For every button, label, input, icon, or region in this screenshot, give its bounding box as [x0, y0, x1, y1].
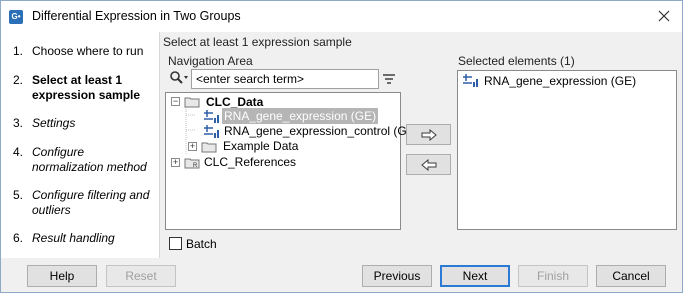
- step-number: 1.: [13, 44, 24, 58]
- step-number: 6.: [13, 231, 24, 245]
- expand-icon[interactable]: +: [171, 158, 180, 167]
- step-content: Select at least 1 expression sample Navi…: [159, 32, 682, 258]
- gene-expression-icon: [204, 125, 219, 138]
- selected-elements-label: Selected elements (1): [458, 54, 575, 68]
- reset-button[interactable]: Reset: [106, 265, 176, 287]
- step-label: Configure normalization method: [32, 145, 147, 174]
- arrow-left-icon: [421, 159, 437, 171]
- step-label: Configure filtering and outliers: [32, 188, 150, 217]
- gene-expression-icon: [463, 74, 478, 87]
- list-item[interactable]: RNA_gene_expression (GE): [462, 73, 672, 89]
- expand-icon[interactable]: +: [188, 142, 197, 151]
- arrow-right-icon: [421, 129, 437, 141]
- svg-text:R: R: [193, 163, 198, 169]
- wizard-steps: 1. Choose where to run 2. Select at leas…: [1, 32, 159, 258]
- search-input[interactable]: [191, 69, 379, 89]
- add-selected-button[interactable]: [406, 124, 451, 145]
- gene-expression-icon: [204, 110, 219, 123]
- window-title: Differential Expression in Two Groups: [32, 9, 241, 23]
- batch-checkbox[interactable]: [169, 237, 182, 250]
- folder-icon: R: [184, 158, 200, 169]
- step-number: 5.: [13, 188, 24, 202]
- cancel-button[interactable]: Cancel: [596, 265, 666, 287]
- remove-selected-button[interactable]: [406, 154, 451, 175]
- step-label: Result handling: [32, 231, 115, 245]
- step-label: Choose where to run: [32, 44, 144, 58]
- tree-label: RNA_gene_expression_control (GE): [224, 124, 419, 138]
- tree-label: RNA_gene_expression (GE): [222, 108, 379, 124]
- tree-node-example-data[interactable]: + Example Data: [169, 138, 389, 154]
- tree-label: Example Data: [223, 139, 299, 153]
- title-bar: G• Differential Expression in Two Groups: [1, 1, 682, 32]
- folder-icon: [184, 97, 200, 108]
- navigation-tree[interactable]: − CLC_Data RNA_gene_expression (GE) RNA_…: [165, 92, 419, 230]
- collapse-icon[interactable]: −: [171, 97, 180, 106]
- step-number: 2.: [13, 73, 24, 87]
- filter-icon[interactable]: [382, 73, 396, 85]
- app-icon: G•: [9, 10, 23, 24]
- previous-button[interactable]: Previous: [362, 265, 432, 287]
- step-label: Settings: [32, 116, 76, 130]
- finish-button[interactable]: Finish: [518, 265, 588, 287]
- step-label: Select at least 1 expression sample: [32, 73, 141, 102]
- close-button[interactable]: [652, 5, 676, 27]
- next-button[interactable]: Next: [440, 265, 510, 287]
- tree-node-clc-references[interactable]: + R CLC_References: [169, 154, 389, 170]
- folder-icon: [201, 142, 217, 153]
- instruction-text: Select at least 1 expression sample: [163, 35, 352, 49]
- dialog-window: G• Differential Expression in Two Groups…: [0, 0, 683, 293]
- tree-node-rna-gene-expression-control[interactable]: RNA_gene_expression_control (GE): [169, 123, 419, 139]
- step-number: 4.: [13, 145, 24, 159]
- search-icon[interactable]: [169, 70, 189, 86]
- selected-elements-list[interactable]: RNA_gene_expression (GE): [457, 70, 677, 230]
- tree-label: CLC_References: [204, 155, 297, 169]
- navigation-area-label: Navigation Area: [168, 54, 253, 68]
- tree-node-rna-gene-expression[interactable]: RNA_gene_expression (GE): [169, 108, 389, 124]
- close-icon: [658, 10, 670, 22]
- step-number: 3.: [13, 116, 24, 130]
- batch-label: Batch: [186, 237, 217, 251]
- list-item-label: RNA_gene_expression (GE): [484, 74, 637, 88]
- help-button[interactable]: Help: [27, 265, 97, 287]
